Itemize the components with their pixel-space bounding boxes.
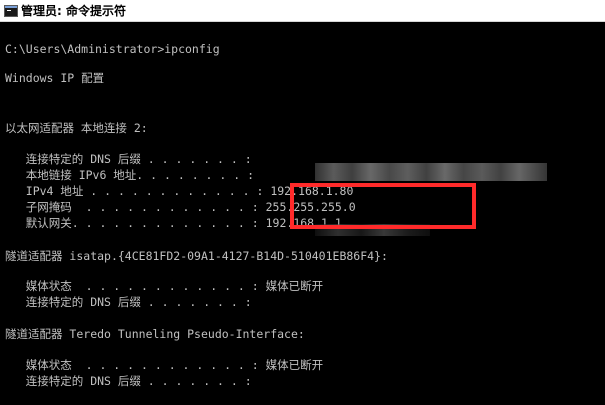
console-line-ipv6: 本地链接 IPv6 地址. . . . . . . . : [5,168,255,182]
console-line-prompt: C:\Users\Administrator>ipconfig [5,42,220,56]
console-line-isatap-header: 隧道适配器 isatap.{4CE81FD2-09A1-4127-B14D-51… [5,249,388,263]
window-title: 管理员: 命令提示符 [21,4,126,18]
ipv4-highlight-box [290,183,476,229]
console-line-heading: Windows IP 配置 [5,71,105,85]
console-line-dns-suffix: 连接特定的 DNS 后缀 . . . . . . . : [5,374,252,388]
console-line-adapter-header: 以太网适配器 本地连接 2: [5,121,148,135]
title-bar[interactable]: 管理员: 命令提示符 [0,0,605,22]
console-line-media-state: 媒体状态 . . . . . . . . . . . . : 媒体已断开 [5,279,324,293]
console-line-teredo-header: 隧道适配器 Teredo Tunneling Pseudo-Interface: [5,327,305,341]
console-line-media-state: 媒体状态 . . . . . . . . . . . . : 媒体已断开 [5,358,324,372]
console-line-dns-suffix: 连接特定的 DNS 后缀 . . . . . . . : [5,295,252,309]
console-line-dns-suffix: 连接特定的 DNS 后缀 . . . . . . . : [5,152,252,166]
console-output[interactable]: C:\Users\Administrator>ipconfig Windows … [5,22,605,405]
command-prompt-window: 管理员: 命令提示符 C:\Users\Administrator>ipconf… [0,0,605,405]
cmd-icon [4,4,18,17]
redacted-ipv6-address [315,163,547,181]
